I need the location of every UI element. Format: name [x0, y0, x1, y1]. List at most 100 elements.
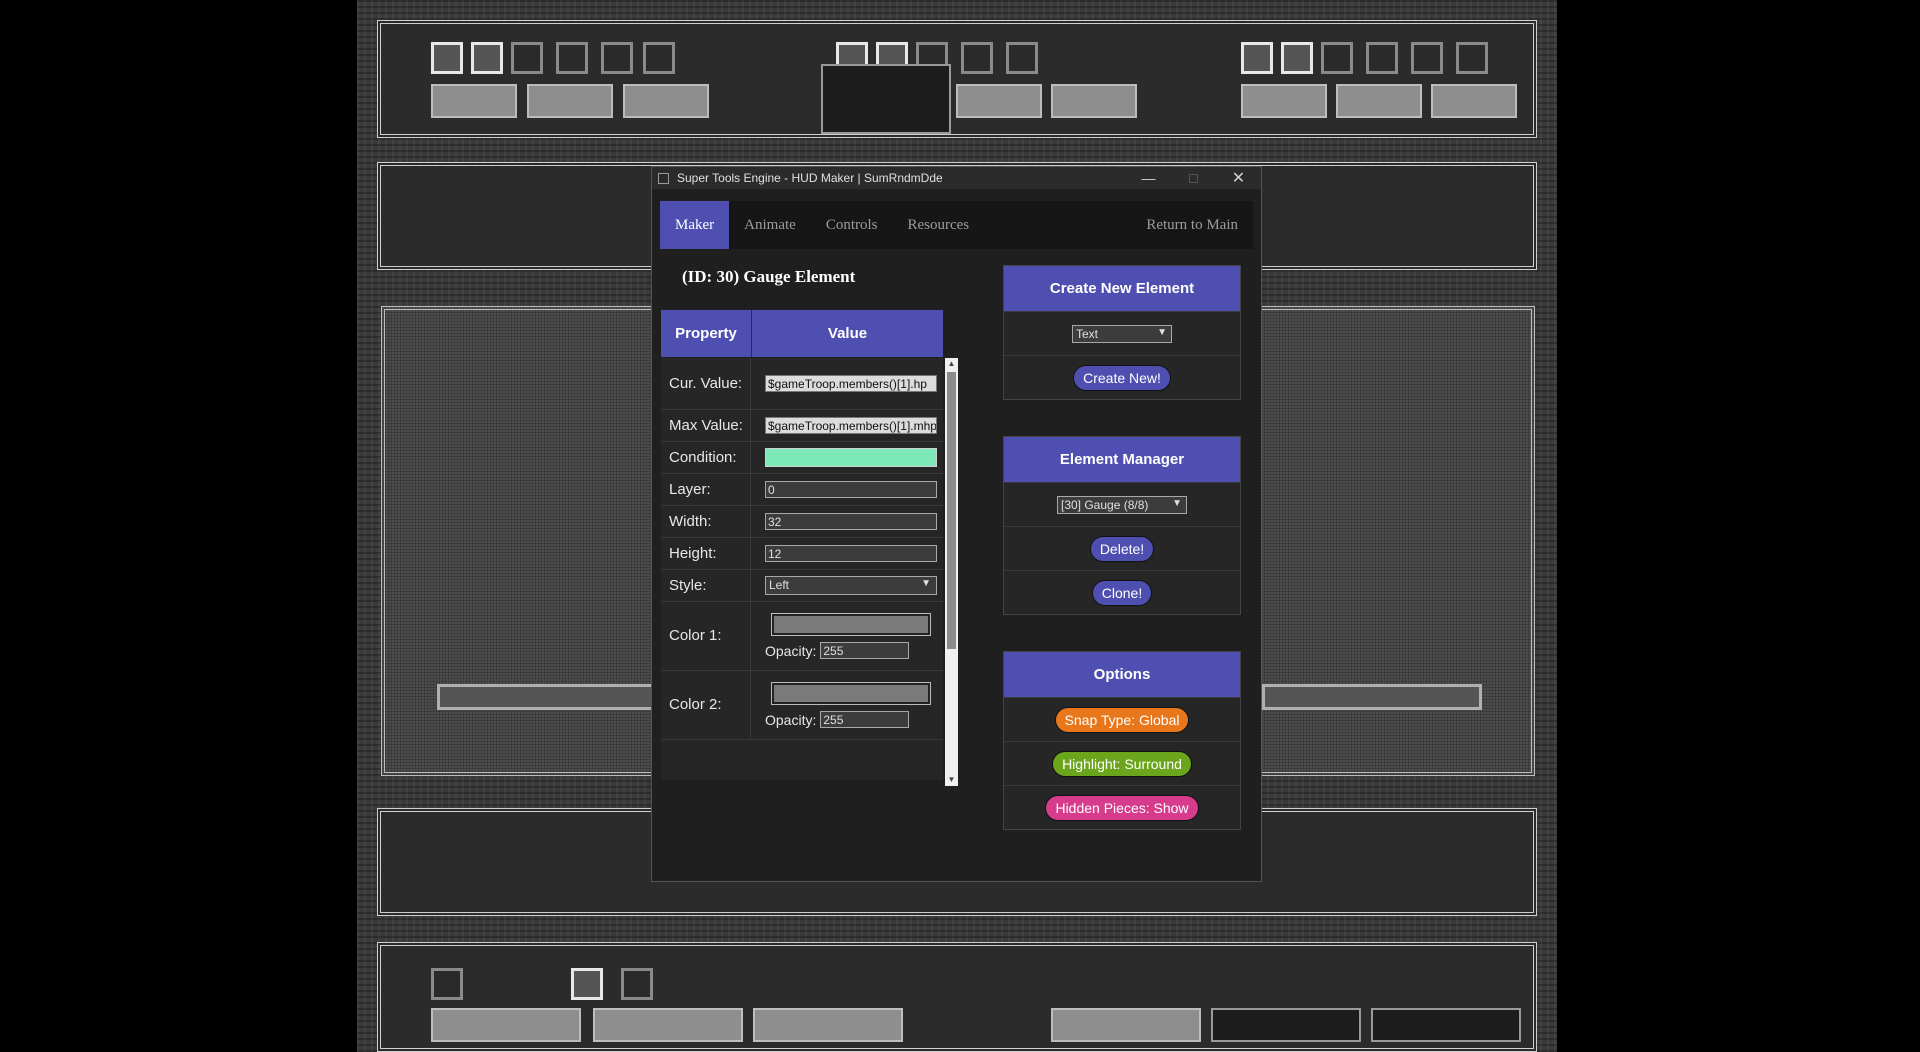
options-panel: Options Snap Type: Global Highlight: Sur… [1003, 651, 1241, 830]
highlight-button[interactable]: Highlight: Surround [1052, 750, 1192, 777]
scroll-down-arrow-icon[interactable]: ▼ [945, 774, 958, 786]
height-input[interactable]: 12 [765, 545, 937, 562]
width-label: Width: [661, 506, 751, 537]
hud-gauge [1051, 1008, 1201, 1042]
status-slot [431, 968, 463, 1000]
color2-label: Color 2: [661, 671, 751, 739]
window-app-icon [658, 172, 669, 184]
condition-input[interactable] [765, 448, 937, 467]
hud-gauge [1241, 84, 1327, 118]
hud-gauge [1371, 1008, 1521, 1042]
status-slot [601, 42, 633, 74]
element-title: (ID: 30) Gauge Element [682, 267, 856, 286]
hud-band-bottom [377, 942, 1537, 1052]
height-label: Height: [661, 538, 751, 569]
hud-gauge [753, 1008, 903, 1042]
status-slot [1281, 42, 1313, 74]
chevron-down-icon: ▼ [921, 578, 931, 589]
status-slot [643, 42, 675, 74]
hud-highlight-box [821, 64, 951, 134]
tab-controls[interactable]: Controls [811, 201, 893, 249]
color2-swatch[interactable] [771, 682, 931, 705]
row-layer: Layer: 0 [661, 474, 943, 506]
hud-gauge [1431, 84, 1517, 118]
hud-gauge [1051, 84, 1137, 118]
status-slot [571, 968, 603, 1000]
hud-gauge [1211, 1008, 1361, 1042]
create-panel-title: Create New Element [1004, 266, 1240, 311]
tab-animate[interactable]: Animate [729, 201, 811, 249]
element-type-select[interactable]: Text ▼ [1072, 324, 1172, 343]
element-manager-panel: Element Manager [30] Gauge (8/8) ▼ Delet… [1003, 436, 1241, 615]
row-height: Height: 12 [661, 538, 943, 570]
minimize-button[interactable]: — [1126, 167, 1171, 189]
row-color-2: Color 2: Opacity: 255 [661, 671, 943, 740]
window-title: Super Tools Engine - HUD Maker | SumRndm… [677, 171, 943, 185]
close-button[interactable]: ✕ [1216, 167, 1261, 189]
property-scrollbar[interactable]: ▲ ▼ [945, 358, 958, 786]
floor-rail [1262, 684, 1482, 710]
scroll-up-arrow-icon[interactable]: ▲ [945, 358, 958, 370]
element-select-value: [30] Gauge (8/8) [1061, 497, 1149, 512]
hud-gauge [1336, 84, 1422, 118]
hud-gauge [431, 1008, 581, 1042]
style-label: Style: [661, 570, 751, 601]
status-slot [621, 968, 653, 1000]
status-slot [1321, 42, 1353, 74]
clone-button[interactable]: Clone! [1091, 579, 1153, 606]
row-width: Width: 32 [661, 506, 943, 538]
hud-gauge [956, 84, 1042, 118]
row-cur-value: Cur. Value: $gameTroop.members()[1].hp [661, 358, 943, 410]
max-value-label: Max Value: [661, 410, 751, 441]
style-select-value: Left [769, 578, 790, 592]
status-slot [1006, 42, 1038, 74]
tab-bar: Maker Animate Controls Resources Return … [660, 201, 1253, 249]
tab-maker[interactable]: Maker [660, 201, 730, 249]
scrollbar-thumb[interactable] [947, 372, 956, 649]
cur-value-input[interactable]: $gameTroop.members()[1].hp [765, 375, 937, 392]
tab-resources[interactable]: Resources [893, 201, 985, 249]
element-type-value: Text [1076, 326, 1099, 341]
color1-opacity-label: Opacity: [765, 642, 817, 659]
status-slot [961, 42, 993, 74]
color2-opacity-input[interactable]: 255 [820, 711, 910, 728]
element-select[interactable]: [30] Gauge (8/8) ▼ [1057, 495, 1187, 514]
status-slot [556, 42, 588, 74]
property-table-header: Property Value [661, 310, 943, 357]
hidden-pieces-button[interactable]: Hidden Pieces: Show [1045, 794, 1199, 821]
row-color-1: Color 1: Opacity: 255 [661, 602, 943, 671]
row-style: Style: Left ▼ [661, 570, 943, 602]
color1-swatch[interactable] [771, 613, 931, 636]
layer-input[interactable]: 0 [765, 481, 937, 498]
title-bar[interactable]: Super Tools Engine - HUD Maker | SumRndm… [652, 167, 1261, 189]
chevron-down-icon: ▼ [1172, 497, 1182, 509]
snap-type-button[interactable]: Snap Type: Global [1054, 706, 1190, 733]
create-element-panel: Create New Element Text ▼ Create New! [1003, 265, 1241, 400]
status-slot [1456, 42, 1488, 74]
hud-maker-window: Super Tools Engine - HUD Maker | SumRndm… [651, 166, 1262, 882]
manager-panel-title: Element Manager [1004, 437, 1240, 482]
return-to-main-link[interactable]: Return to Main [1131, 201, 1253, 249]
status-slot [1411, 42, 1443, 74]
width-input[interactable]: 32 [765, 513, 937, 530]
max-value-input[interactable]: $gameTroop.members()[1].mhp [765, 417, 937, 434]
hud-gauge [593, 1008, 743, 1042]
header-value: Value [827, 325, 868, 342]
condition-label: Condition: [661, 442, 751, 473]
property-rows: Cur. Value: $gameTroop.members()[1].hp M… [661, 358, 943, 780]
header-property: Property [661, 310, 752, 357]
color2-opacity-label: Opacity: [765, 711, 817, 728]
maximize-button[interactable]: □ [1171, 167, 1216, 189]
layer-label: Layer: [661, 474, 751, 505]
status-slot [511, 42, 543, 74]
delete-button[interactable]: Delete! [1089, 535, 1155, 562]
row-condition: Condition: [661, 442, 943, 474]
color1-opacity-input[interactable]: 255 [820, 642, 910, 659]
row-max-value: Max Value: $gameTroop.members()[1].mhp [661, 410, 943, 442]
chevron-down-icon: ▼ [1157, 326, 1167, 338]
create-new-button[interactable]: Create New! [1073, 364, 1171, 391]
options-panel-title: Options [1004, 652, 1240, 697]
hud-gauge [431, 84, 517, 118]
style-select[interactable]: Left ▼ [765, 576, 937, 595]
status-slot [431, 42, 463, 74]
